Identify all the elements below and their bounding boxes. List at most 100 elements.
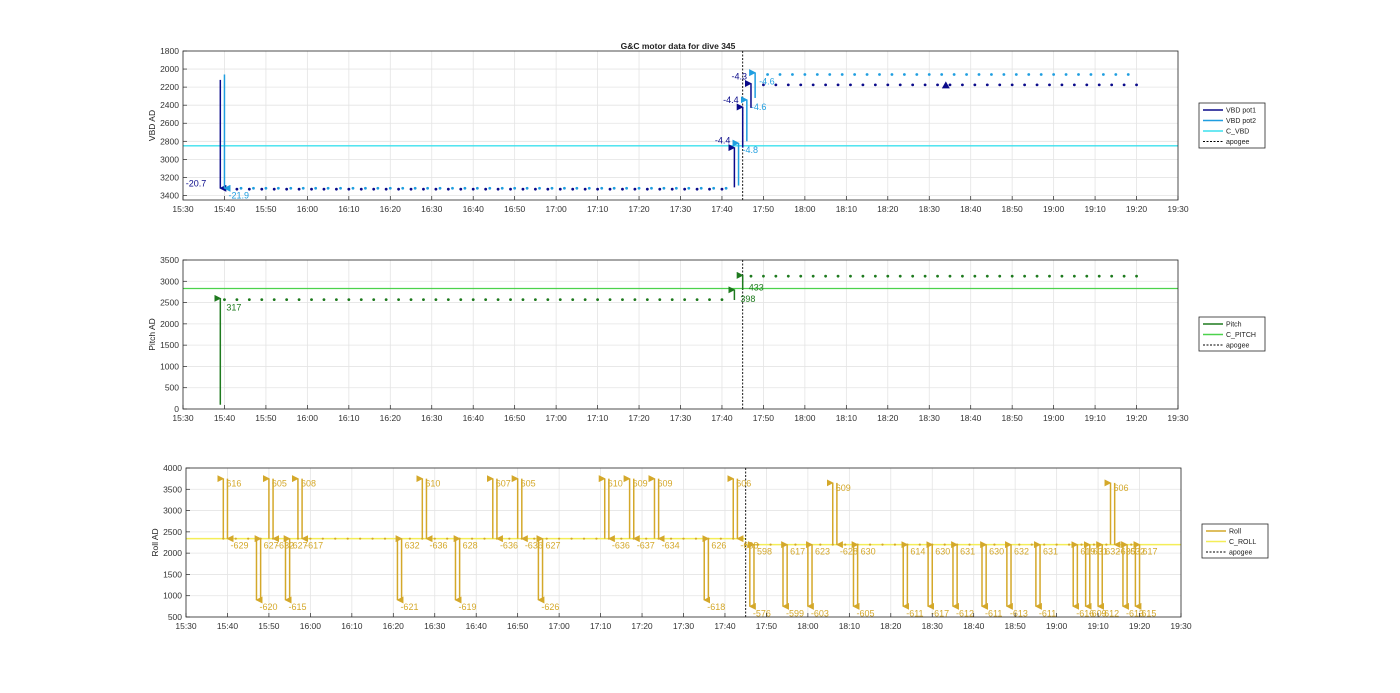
vbd-data-point <box>571 187 575 191</box>
pitch-x-tick-label: 18:20 <box>877 413 899 423</box>
pitch-data-point <box>1048 274 1051 278</box>
roll-y-tick-label: 2000 <box>163 548 182 558</box>
vbd-x-tick-label: 17:30 <box>670 204 692 214</box>
vbd-data-point <box>533 187 537 191</box>
roll-data-point <box>433 537 436 540</box>
vbd-data-point <box>695 187 699 191</box>
vbd-data-point <box>326 186 330 190</box>
vbd-data-point <box>1048 83 1051 87</box>
vbd-data-point <box>650 186 653 190</box>
vbd-x-tick-label: 19:10 <box>1084 204 1106 214</box>
vbd-move-label: -4.4 <box>715 136 731 146</box>
roll-y-tick-label: 1500 <box>163 569 182 579</box>
vbd-x-tick-label: 15:40 <box>214 204 236 214</box>
pitch-data-point <box>297 298 301 301</box>
vbd-data-point <box>372 187 376 191</box>
vbd-data-point <box>853 73 857 76</box>
pitch-data-point <box>633 298 637 301</box>
roll-data-point <box>533 537 536 540</box>
roll-move-label: -617 <box>305 541 323 551</box>
pitch-data-point <box>1122 274 1126 278</box>
vbd-data-point <box>902 73 906 76</box>
vbd-data-point <box>434 187 438 191</box>
vbd-data-point <box>546 187 550 191</box>
pitch-x-tick-label: 17:40 <box>711 413 733 423</box>
vbd-data-point <box>836 83 840 87</box>
vbd-data-point <box>608 187 612 191</box>
roll-data-point <box>570 537 573 540</box>
pitch-data-point <box>621 298 624 301</box>
roll-x-tick-label: 16:50 <box>507 621 529 631</box>
roll-data-point <box>682 537 685 540</box>
vbd-data-point <box>774 83 778 87</box>
roll-x-tick-label: 18:20 <box>880 621 902 631</box>
vbd-data-point <box>878 73 881 76</box>
roll-x-tick-label: 17:10 <box>590 621 612 631</box>
roll-x-tick-label: 16:20 <box>383 621 405 631</box>
pitch-x-tick-label: 16:50 <box>504 413 526 423</box>
vbd-data-point <box>1077 73 1080 76</box>
roll-move-label: 630 <box>935 547 950 557</box>
roll-x-tick-label: 15:40 <box>217 621 239 631</box>
roll-y-tick-label: 4000 <box>163 463 182 473</box>
pitch-data-point <box>998 274 1002 278</box>
vbd-data-point <box>388 186 392 190</box>
pitch-data-point <box>484 298 488 301</box>
roll-data-point <box>918 543 921 546</box>
roll-x-tick-label: 19:10 <box>1087 621 1109 631</box>
vbd-data-point <box>426 186 430 190</box>
pitch-data-point <box>1023 274 1027 278</box>
roll-move-label: -634 <box>662 541 680 551</box>
pitch-data-point <box>948 274 952 278</box>
vbd-x-tick-label: 16:10 <box>338 204 360 214</box>
vbd-data-point <box>1085 83 1089 87</box>
pitch-data-point <box>645 298 649 301</box>
pitch-data-point <box>471 298 475 301</box>
roll-data-point <box>620 537 623 540</box>
vbd-data-point <box>413 186 417 190</box>
pitch-data-point <box>459 298 463 301</box>
pitch-data-point <box>836 274 840 278</box>
roll-move-label: -636 <box>612 541 630 551</box>
pitch-x-tick-label: 15:50 <box>255 413 277 423</box>
vbd-data-point <box>446 187 450 191</box>
pitch-data-point <box>546 298 550 301</box>
roll-data-point <box>819 543 822 546</box>
vbd-data-point <box>1014 73 1018 76</box>
roll-move-label: 605 <box>521 479 536 489</box>
pitch-x-tick-label: 17:00 <box>545 413 567 423</box>
roll-grid <box>185 467 1182 618</box>
roll-data-point <box>558 537 561 540</box>
vbd-move-label: -4.6 <box>759 77 775 87</box>
vbd-y-tick-label: 2200 <box>160 82 179 92</box>
vbd-data-point <box>364 186 367 190</box>
roll-data-point <box>794 543 797 546</box>
figure-canvas: G&C motor data for dive 345 -20.7 -21.9 -4… <box>147 41 1269 631</box>
vbd-data-point <box>724 186 728 190</box>
pitch-data-point <box>1010 274 1014 278</box>
vbd-y-tick-label: 2000 <box>160 64 179 74</box>
pitch-legend-label: apogee <box>1226 343 1249 350</box>
roll-move-label: 616 <box>226 479 241 489</box>
vbd-data-point <box>828 73 832 76</box>
vbd-x-tick-label: 17:40 <box>711 204 733 214</box>
pitch-data-point <box>1135 274 1138 278</box>
pitch-data-point <box>533 298 537 301</box>
vbd-data-point <box>1052 73 1056 76</box>
vbd-y-tick-label: 2600 <box>160 118 179 128</box>
roll-data-point <box>359 537 362 540</box>
vbd-x-tick-label: 17:10 <box>587 204 609 214</box>
pitch-grid <box>182 259 1179 410</box>
vbd-x-tick-label: 15:50 <box>255 204 277 214</box>
roll-move-label: -619 <box>458 602 476 612</box>
vbd-data-point <box>952 73 956 76</box>
vbd-data-point <box>239 186 243 190</box>
vbd-x-tick-label: 16:40 <box>463 204 485 214</box>
vbd-data-point <box>662 186 666 190</box>
vbd-data-point <box>525 186 529 190</box>
pitch-y-tick-label: 3500 <box>160 255 179 265</box>
roll-y-axis-label: Roll AD <box>150 528 160 556</box>
vbd-data-point <box>451 186 454 190</box>
roll-move-label: -637 <box>637 541 655 551</box>
roll-move-label: 608 <box>301 479 316 489</box>
